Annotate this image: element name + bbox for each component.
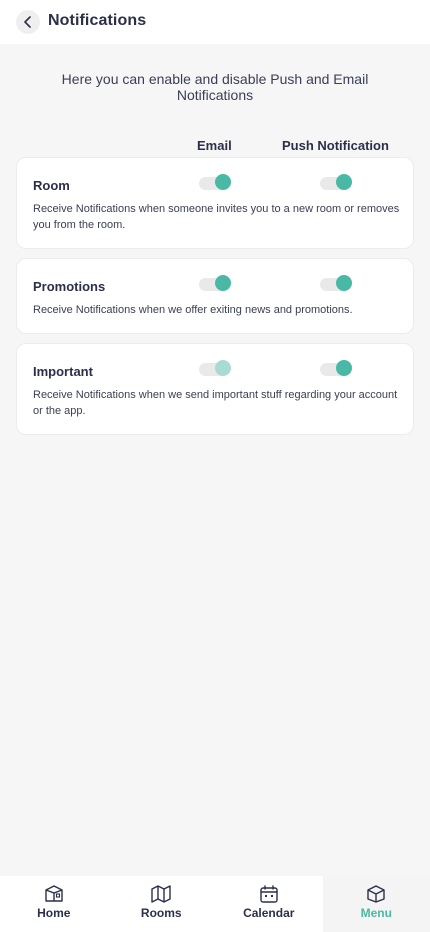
- setting-description: Receive Notifications when we send impor…: [33, 389, 398, 417]
- email-column-header: Email: [197, 138, 232, 153]
- push-toggle-important[interactable]: [320, 360, 352, 378]
- setting-title: Important: [33, 364, 93, 379]
- email-toggle-room[interactable]: [199, 174, 231, 192]
- setting-title: Room: [33, 178, 70, 193]
- page-title: Notifications: [48, 12, 147, 29]
- nav-label-calendar: Calendar: [243, 906, 295, 920]
- setting-description: Receive Notifications when we offer exit…: [33, 304, 353, 316]
- setting-card-promotions: Promotions Receive Notifications when we…: [16, 258, 414, 334]
- nav-item-rooms[interactable]: Rooms: [108, 876, 216, 932]
- setting-card-important: Important Receive Notifications when we …: [16, 343, 414, 435]
- chevron-left-icon: [24, 16, 31, 28]
- nav-item-menu[interactable]: Menu: [322, 876, 430, 932]
- notifications-screen: Notifications Here you can enable and di…: [0, 0, 430, 932]
- rooms-icon: [151, 885, 171, 903]
- bottom-nav: Home Rooms Calendar Menu: [0, 876, 430, 932]
- home-icon: [45, 885, 63, 902]
- email-toggle-promotions[interactable]: [199, 275, 231, 293]
- push-toggle-promotions[interactable]: [320, 275, 352, 293]
- push-toggle-room[interactable]: [320, 174, 352, 192]
- setting-description: Receive Notifications when someone invit…: [33, 203, 400, 231]
- nav-label-menu: Menu: [360, 906, 392, 920]
- nav-item-home[interactable]: Home: [0, 876, 108, 932]
- email-toggle-important[interactable]: [199, 360, 231, 378]
- nav-label-rooms: Rooms: [140, 906, 182, 920]
- setting-title: Promotions: [33, 279, 106, 294]
- push-column-header: Push Notification: [282, 138, 389, 153]
- intro-text: Here you can enable and disable Push and…: [61, 71, 369, 103]
- back-button[interactable]: [16, 10, 40, 34]
- menu-icon: [367, 885, 385, 903]
- nav-label-home: Home: [37, 906, 71, 920]
- calendar-icon: [260, 885, 278, 903]
- setting-card-room: Room Receive Notifications when someone …: [16, 157, 414, 249]
- header: Notifications: [0, 0, 430, 44]
- nav-item-calendar[interactable]: Calendar: [215, 876, 323, 932]
